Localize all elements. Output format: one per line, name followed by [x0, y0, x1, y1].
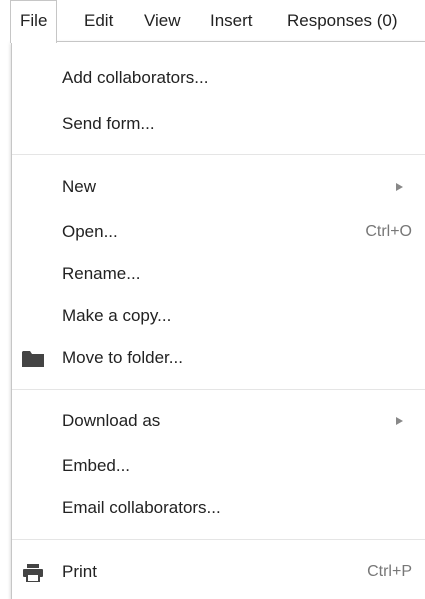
menu-file[interactable]: File: [10, 0, 58, 43]
menu-item-label: New: [62, 177, 97, 196]
menu-item-move-to-folder[interactable]: Move to folder...: [12, 340, 425, 376]
chevron-right-icon: [396, 417, 403, 425]
menu-view[interactable]: View: [135, 0, 190, 42]
menu-item-send-form[interactable]: Send form...: [12, 106, 425, 142]
printer-icon: [22, 564, 44, 583]
menu-item-label: Open...: [62, 222, 118, 241]
menu-item-add-collaborators[interactable]: Add collaborators...: [12, 60, 425, 96]
menu-item-label: Download as: [62, 411, 161, 430]
chevron-right-icon: [396, 183, 403, 191]
menu-item-print[interactable]: Print Ctrl+P: [12, 554, 425, 590]
menu-item-make-copy[interactable]: Make a copy...: [12, 298, 425, 334]
file-menu-dropdown: Add collaborators... Send form... New Op…: [11, 41, 425, 599]
menu-item-label: Email collaborators...: [62, 498, 221, 517]
menu-item-label: Move to folder...: [62, 348, 183, 367]
menu-item-open[interactable]: Open... Ctrl+O: [12, 214, 425, 250]
shortcut-label: Ctrl+P: [367, 563, 412, 580]
menu-item-label: Rename...: [62, 264, 141, 283]
shortcut-label: Ctrl+O: [365, 223, 412, 240]
folder-icon: [22, 350, 44, 368]
menu-item-label: Embed...: [62, 456, 131, 475]
menu-separator: [12, 389, 425, 390]
menu-item-label: Make a copy...: [62, 306, 172, 325]
menu-item-label: Send form...: [62, 114, 155, 133]
menu-edit[interactable]: Edit: [75, 0, 122, 42]
menu-responses[interactable]: Responses (0): [278, 0, 407, 42]
menu-item-label: Add collaborators...: [62, 68, 209, 87]
menu-item-embed[interactable]: Embed...: [12, 448, 425, 484]
menu-item-rename[interactable]: Rename...: [12, 256, 425, 292]
menu-item-new[interactable]: New: [12, 169, 425, 205]
menu-separator: [12, 539, 425, 540]
menu-item-download-as[interactable]: Download as: [12, 403, 425, 439]
menu-bar: File Edit View Insert Responses (0): [0, 0, 425, 43]
menu-insert[interactable]: Insert: [201, 0, 262, 42]
menu-item-label: Print: [62, 562, 97, 581]
menu-item-email-collaborators[interactable]: Email collaborators...: [12, 490, 425, 526]
menu-separator: [12, 154, 425, 155]
